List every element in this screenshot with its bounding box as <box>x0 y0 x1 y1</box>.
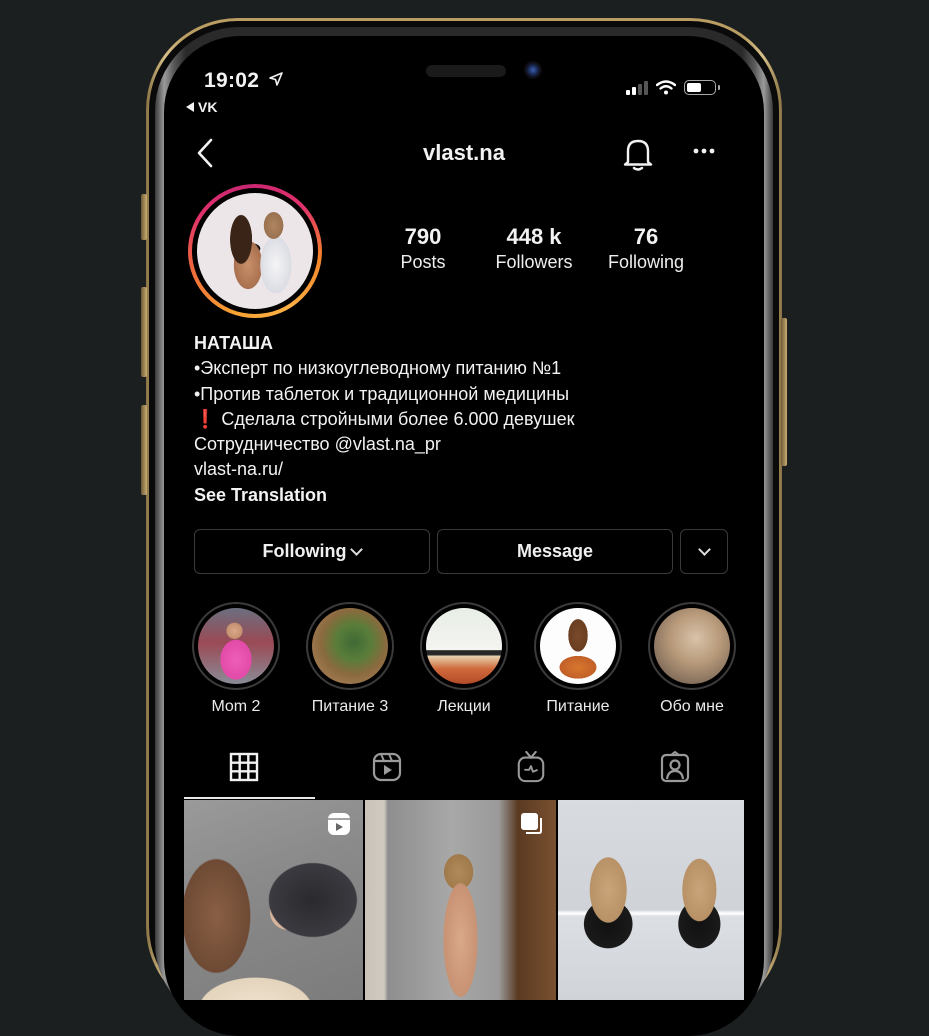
bio-line-highlight: ❗ Сделала стройными более 6.000 девушек <box>194 408 575 429</box>
volume-down-button <box>141 405 147 495</box>
followers-label: Followers <box>495 252 573 272</box>
earpiece-speaker <box>426 65 506 77</box>
front-camera <box>524 61 542 79</box>
back-to-app-link[interactable]: VK <box>186 99 217 115</box>
story-highlight[interactable]: Mom 2 <box>190 602 282 716</box>
battery-icon <box>684 80 720 95</box>
wifi-icon <box>656 80 676 95</box>
collab-mention-link[interactable]: @vlast.na_pr <box>335 434 441 454</box>
following-button[interactable]: Following <box>194 529 430 574</box>
story-highlight[interactable]: Обо мне <box>646 602 738 716</box>
highlight-cover <box>654 608 730 684</box>
post-thumbnail[interactable] <box>184 800 363 1000</box>
chevron-down-icon <box>350 542 364 556</box>
carousel-icon <box>521 813 542 834</box>
suggested-accounts-button[interactable] <box>680 529 728 574</box>
stat-followers[interactable]: 448 k Followers <box>479 224 589 273</box>
highlight-label: Mom 2 <box>211 698 261 715</box>
back-app-label: VK <box>198 99 218 115</box>
active-tab-indicator <box>184 797 315 799</box>
more-options-icon[interactable] <box>692 146 716 156</box>
story-highlight[interactable]: Питание 3 <box>304 602 396 716</box>
bell-icon[interactable] <box>622 136 654 172</box>
cellular-signal-icon <box>626 80 648 95</box>
profile-bio: НАТАША •Эксперт по низкоуглеводному пита… <box>194 331 575 508</box>
status-time: 19:02 <box>204 69 260 92</box>
tab-posts-grid[interactable] <box>229 751 259 783</box>
bio-collab-line: Сотрудничество @vlast.na_pr <box>194 434 441 455</box>
highlight-label: Лекции <box>437 698 491 715</box>
profile-avatar-story-ring[interactable] <box>188 184 322 318</box>
highlight-label: Питание 3 <box>311 698 389 715</box>
mute-switch <box>141 194 147 240</box>
posts-count: 790 <box>404 224 442 249</box>
highlight-cover <box>540 608 616 684</box>
profile-display-name: НАТАША <box>194 333 274 353</box>
following-count: 76 <box>633 224 659 249</box>
location-arrow-icon <box>269 72 283 86</box>
post-thumbnail[interactable] <box>365 800 556 1000</box>
story-highlight[interactable]: Лекции <box>418 602 510 716</box>
highlight-cover <box>198 608 274 684</box>
bio-line: •Эксперт по низкоуглеводному питанию №1 <box>194 358 562 379</box>
highlight-label: Питание <box>546 698 610 715</box>
posts-label: Posts <box>400 252 446 272</box>
stat-posts[interactable]: 790 Posts <box>368 224 478 273</box>
profile-avatar <box>197 193 313 309</box>
power-button <box>781 318 787 466</box>
chevron-down-icon <box>697 542 711 556</box>
followers-count: 448 k <box>506 224 562 249</box>
highlight-cover <box>426 608 502 684</box>
bio-website-link[interactable]: vlast-na.ru/ <box>194 457 575 482</box>
exclamation-icon: ❗ <box>194 408 217 429</box>
profile-username: vlast.na <box>423 140 505 165</box>
tab-reels[interactable] <box>372 751 402 783</box>
reels-icon <box>328 813 350 835</box>
stat-following[interactable]: 76 Following <box>591 224 701 273</box>
highlight-label: Обо мне <box>660 698 724 715</box>
bio-line: •Против таблеток и традиционной медицины <box>194 383 570 404</box>
message-button[interactable]: Message <box>437 529 673 574</box>
see-translation-link[interactable]: See Translation <box>194 483 575 508</box>
phone-screen: 19:02 VK vlast.na 790 Posts 448 k Follow… <box>164 36 764 1036</box>
following-label: Following <box>607 252 685 272</box>
tab-igtv[interactable] <box>516 751 546 783</box>
status-icons <box>626 80 720 95</box>
volume-up-button <box>141 287 147 377</box>
story-highlight[interactable]: Питание <box>532 602 624 716</box>
highlight-cover <box>312 608 388 684</box>
tab-tagged[interactable] <box>660 751 690 783</box>
back-triangle-icon <box>186 102 194 112</box>
post-thumbnail[interactable] <box>558 800 744 1000</box>
